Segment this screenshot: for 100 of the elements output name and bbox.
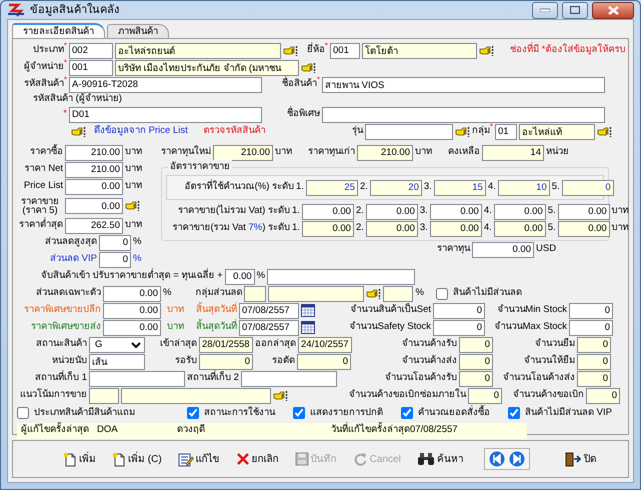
text-field[interactable]: 0 [577,354,611,370]
previous-button[interactable] [489,451,505,467]
text-field[interactable]: 210.00 [65,162,123,178]
text-field[interactable]: เส้น [89,354,145,370]
text-field[interactable]: 0.00 [366,220,418,236]
text-field[interactable]: 210.00 [65,144,123,160]
checkbox[interactable] [17,407,29,419]
text-field[interactable]: 001 [69,60,113,76]
text-field[interactable]: 07/08/2557 [239,302,299,318]
text-field[interactable]: 0 [569,302,613,318]
text-field[interactable]: 0.00 [472,242,534,258]
text-field[interactable] [240,370,337,386]
text-field[interactable] [322,106,605,122]
tab[interactable]: ภาพสินค้า [107,24,169,38]
status-dropdown[interactable]: G [89,336,145,352]
text-field[interactable]: 01 [495,124,517,140]
text-field[interactable] [383,286,414,302]
lookup-button[interactable] [479,44,494,56]
text-field[interactable]: 0 [459,354,493,370]
text-field[interactable]: 0.00 [103,302,161,318]
checkbox[interactable] [508,407,520,419]
text-field[interactable]: 0 [99,252,131,268]
text-field[interactable]: 0 [569,320,613,336]
text-field[interactable]: สายพาน VIOS [322,76,605,92]
text-field[interactable] [268,286,364,302]
text-field[interactable]: อะไหล่แท้ [519,124,595,140]
check-code-link[interactable]: ตรวจรหัสสินค้า [204,124,266,139]
text-field[interactable]: 0.00 [302,204,354,220]
maximize-button[interactable] [562,2,588,18]
text-field[interactable]: 14 [482,144,544,160]
text-field[interactable] [244,286,266,302]
price-list-link[interactable]: ดึงข้อมูลจาก Price List [94,124,188,139]
text-field[interactable]: 0.00 [558,220,610,236]
calendar-button[interactable] [301,321,315,334]
text-field[interactable] [267,268,416,284]
text-field[interactable]: 0.00 [494,220,546,236]
lookup-button[interactable] [283,44,298,56]
checkbox[interactable] [187,407,200,419]
text-field[interactable] [89,370,185,386]
text-field[interactable] [121,388,271,404]
text-field[interactable]: 0 [433,302,485,318]
text-field[interactable]: 0.00 [224,268,255,284]
text-field[interactable]: 0.00 [302,220,354,236]
text-field[interactable]: 0 [577,336,611,352]
lookup-button[interactable] [273,390,288,402]
text-field[interactable]: 0.00 [65,198,123,214]
text-field[interactable]: 0 [99,234,131,250]
delete-button[interactable]: ยกเลิก [230,450,285,468]
text-field[interactable]: 210.00 [213,144,273,160]
text-field[interactable]: 0.00 [65,178,123,194]
text-field[interactable]: 0 [459,336,493,352]
lookup-button[interactable] [71,126,86,138]
minimize-button[interactable] [532,2,558,18]
text-field[interactable]: 25 [306,180,358,196]
calendar-button[interactable] [301,304,315,317]
lookup-button[interactable] [125,200,140,212]
text-field[interactable]: โตโยต้า [362,42,477,58]
tab[interactable]: รายละเอียดสินค้า [12,23,105,38]
text-field[interactable] [364,124,453,140]
text-field[interactable]: 0.00 [430,220,482,236]
text-field[interactable]: 0.00 [430,204,482,220]
text-field[interactable]: 0 [586,388,620,404]
text-field[interactable]: 262.50 [65,218,123,234]
lookup-button[interactable] [366,288,382,300]
checkbox[interactable] [401,407,414,419]
text-field[interactable]: 15 [434,180,486,196]
checkbox[interactable] [293,407,306,419]
text-field[interactable]: 24/10/2557 [298,336,352,352]
close-button[interactable] [592,2,634,18]
text-field[interactable]: 07/08/2557 [239,320,299,336]
search-button[interactable]: ค้นหา [410,450,470,468]
text-field[interactable]: 0.00 [494,204,546,220]
text-field[interactable]: 001 [330,42,360,58]
next-button[interactable] [509,451,525,467]
lookup-button[interactable] [301,62,316,74]
text-field[interactable] [89,388,119,404]
text-field[interactable]: 0.00 [366,204,418,220]
copy-add-button[interactable]: เพิ่ม (C) [106,450,168,468]
text-field[interactable]: 20 [370,180,422,196]
text-field[interactable]: 0 [459,370,493,386]
text-field[interactable]: บริษัท เมืองไทยประกันภัย จำกัด (มหาชน [115,60,299,76]
checkbox[interactable] [436,288,448,300]
text-field[interactable]: 0 [577,370,611,386]
text-field[interactable]: D01 [69,106,262,122]
text-field[interactable]: 0 [562,180,614,196]
text-field[interactable]: 0.00 [103,286,161,302]
lookup-button[interactable] [597,126,612,138]
lookup-button[interactable] [454,126,470,138]
text-field[interactable]: 28/01/2558 [199,336,253,352]
add-button[interactable]: เพิ่ม [57,450,102,468]
edit-button[interactable]: แก้ไข [172,450,226,468]
text-field[interactable]: 0.00 [103,320,161,336]
text-field[interactable]: 0 [468,388,502,404]
text-field[interactable]: 210.00 [357,144,413,160]
exit-button[interactable]: ปิด [558,450,602,468]
text-field[interactable]: A-90916-T2028 [69,76,262,92]
text-field[interactable]: 0 [199,354,253,370]
text-field[interactable]: 0.00 [558,204,610,220]
text-field[interactable]: 0 [297,354,351,370]
text-field[interactable]: 10 [498,180,550,196]
